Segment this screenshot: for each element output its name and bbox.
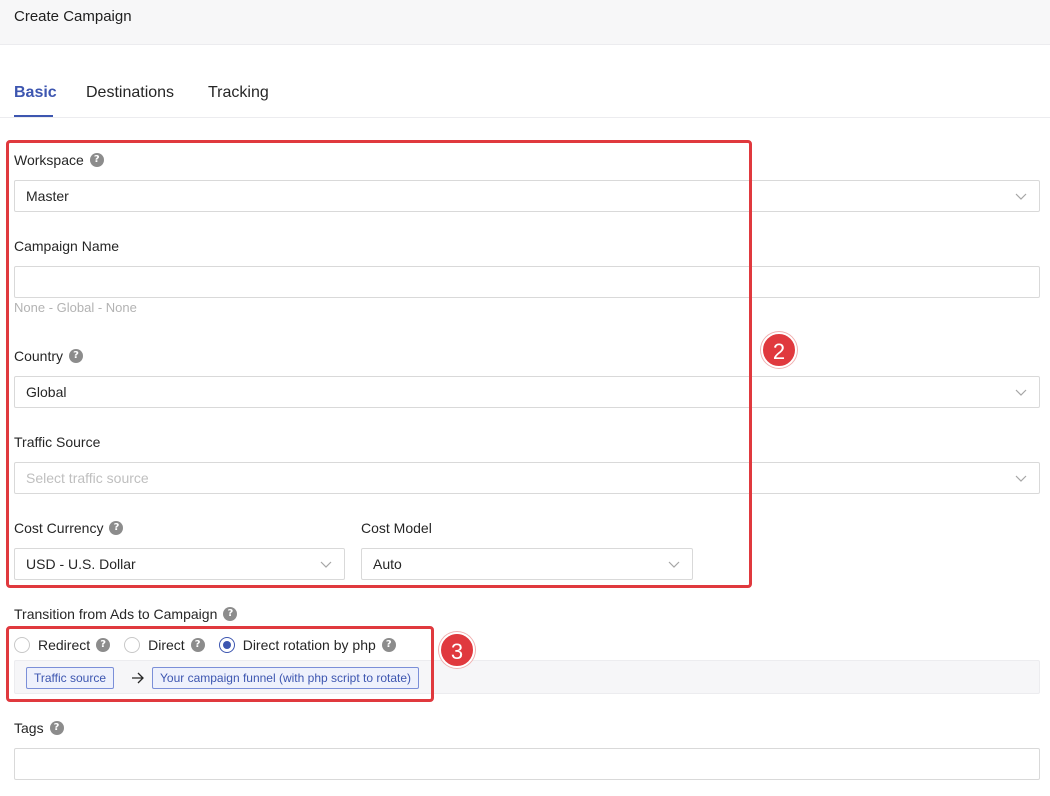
tags-label-text: Tags [14, 720, 44, 736]
annotation-badge-2: 2 [761, 332, 797, 368]
annotation-box-3 [6, 626, 434, 702]
tab-basic[interactable]: Basic [14, 84, 57, 102]
tab-tracking[interactable]: Tracking [208, 84, 269, 102]
transition-label-text: Transition from Ads to Campaign [14, 606, 218, 622]
chevron-down-icon [1015, 389, 1027, 396]
help-icon[interactable]: ? [223, 607, 238, 621]
tab-destinations[interactable]: Destinations [86, 84, 174, 102]
tags-input[interactable] [14, 748, 1040, 780]
help-icon[interactable]: ? [49, 721, 64, 735]
tags-label: Tags ? [14, 720, 64, 736]
active-tab-indicator [14, 115, 53, 117]
annotation-box-2 [6, 140, 752, 588]
tab-bar: Basic Destinations Tracking [0, 70, 1050, 118]
page-title: Create Campaign [14, 8, 132, 25]
page-header: Create Campaign [0, 0, 1050, 45]
annotation-badge-3: 3 [439, 632, 475, 668]
chevron-down-icon [1015, 475, 1027, 482]
chevron-down-icon [1015, 193, 1027, 200]
transition-label: Transition from Ads to Campaign ? [14, 606, 238, 622]
